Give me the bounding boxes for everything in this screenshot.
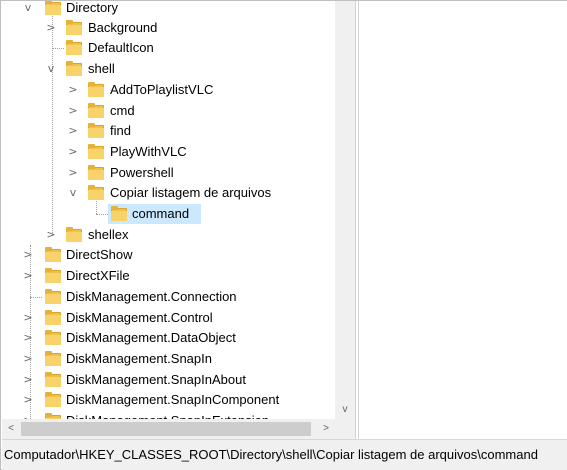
chevron-right-icon[interactable]: > (22, 411, 34, 419)
tree-node-defaulticon[interactable]: DefaultIcon (2, 38, 335, 58)
tree-node-command[interactable]: command (2, 204, 335, 224)
tree-node-label[interactable]: DefaultIcon (86, 38, 156, 58)
tree-node-diskmanagement-snapinextension[interactable]: > DiskManagement.SnapInExtension (2, 411, 335, 419)
values-pane[interactable] (359, 1, 567, 439)
folder-icon (45, 310, 61, 326)
folder-icon (111, 206, 127, 222)
folder-icon (45, 372, 61, 388)
key-tree-pane[interactable]: v Directory > Background DefaultIcon v s… (2, 1, 355, 439)
folder-icon (88, 103, 104, 119)
chevron-down-icon[interactable]: v (22, 1, 34, 18)
tree-node-diskmanagement-connection[interactable]: DiskManagement.Connection (2, 287, 335, 307)
chevron-down-icon[interactable]: v (67, 183, 79, 203)
chevron-right-icon[interactable]: > (67, 121, 79, 141)
tree-node-directshow[interactable]: > DirectShow (2, 245, 335, 265)
folder-icon (45, 351, 61, 367)
tree-node-label[interactable]: DiskManagement.SnapIn (64, 349, 214, 369)
tree-node-shellex[interactable]: > shellex (2, 225, 335, 245)
chevron-right-icon[interactable]: > (22, 328, 34, 348)
tree-node-label[interactable]: DirectShow (64, 245, 134, 265)
tree-node-label[interactable]: Powershell (108, 163, 176, 183)
scroll-left-arrow-icon[interactable]: < (2, 419, 20, 439)
chevron-right-icon[interactable]: > (22, 266, 34, 286)
chevron-right-icon[interactable]: > (67, 101, 79, 121)
tree-node-label[interactable]: Copiar listagem de arquivos (108, 183, 273, 203)
chevron-right-icon[interactable]: > (22, 245, 34, 265)
tree-node-powershell[interactable]: > Powershell (2, 163, 335, 183)
tree-node-label[interactable]: DirectXFile (64, 266, 132, 286)
tree-node-label[interactable]: command (130, 204, 191, 224)
tree-node-background[interactable]: > Background (2, 18, 335, 38)
tree-node-addtoplaylistvlc[interactable]: > AddToPlaylistVLC (2, 80, 335, 100)
tree-node-label[interactable]: shellex (86, 225, 130, 245)
tree-node-find[interactable]: > find (2, 121, 335, 141)
scroll-down-arrow-icon[interactable]: v (335, 401, 355, 419)
folder-icon (45, 268, 61, 284)
chevron-right-icon[interactable]: > (22, 370, 34, 390)
tree-node-label[interactable]: PlayWithVLC (108, 142, 189, 162)
tree-node-label[interactable]: Directory (64, 1, 120, 18)
tree-node-label[interactable]: cmd (108, 101, 137, 121)
chevron-right-icon[interactable]: > (22, 308, 34, 328)
folder-icon (45, 1, 61, 16)
folder-icon (88, 82, 104, 98)
folder-icon (66, 61, 82, 77)
chevron-right-icon[interactable]: > (22, 349, 34, 369)
folder-icon (88, 123, 104, 139)
chevron-right-icon[interactable]: > (67, 142, 79, 162)
key-tree: v Directory > Background DefaultIcon v s… (2, 1, 335, 419)
tree-node-label[interactable]: DiskManagement.SnapInExtension (64, 411, 271, 419)
tree-node-shell[interactable]: v shell (2, 59, 335, 79)
tree-node-playwithvlc[interactable]: > PlayWithVLC (2, 142, 335, 162)
tree-node-label[interactable]: DiskManagement.SnapInComponent (64, 390, 281, 410)
tree-node-label[interactable]: find (108, 121, 133, 141)
tree-node-directory[interactable]: v Directory (2, 1, 335, 18)
tree-node-label[interactable]: DiskManagement.DataObject (64, 328, 238, 348)
tree-node-directxfile[interactable]: > DirectXFile (2, 266, 335, 286)
chevron-right-icon[interactable]: > (45, 225, 57, 245)
tree-node-label[interactable]: AddToPlaylistVLC (108, 80, 215, 100)
folder-icon (45, 289, 61, 305)
tree-node-diskmanagement-control[interactable]: > DiskManagement.Control (2, 308, 335, 328)
horizontal-scroll-thumb[interactable] (21, 422, 311, 436)
tree-vertical-scrollbar[interactable]: v (335, 1, 355, 419)
tree-horizontal-scrollbar[interactable]: < > (2, 419, 355, 439)
tree-node-diskmanagement-snapinabout[interactable]: > DiskManagement.SnapInAbout (2, 370, 335, 390)
tree-node-label[interactable]: DiskManagement.Connection (64, 287, 239, 307)
folder-icon (66, 40, 82, 56)
tree-node-cmd[interactable]: > cmd (2, 101, 335, 121)
tree-node-diskmanagement-snapincomponent[interactable]: > DiskManagement.SnapInComponent (2, 390, 335, 410)
status-bar-path: Computador\HKEY_CLASSES_ROOT\Directory\s… (2, 439, 567, 470)
tree-node-diskmanagement-dataobject[interactable]: > DiskManagement.DataObject (2, 328, 335, 348)
folder-icon (45, 392, 61, 408)
chevron-right-icon[interactable]: > (67, 163, 79, 183)
chevron-right-icon[interactable]: > (45, 18, 57, 38)
scroll-right-arrow-icon[interactable]: > (317, 419, 335, 439)
tree-node-label[interactable]: Background (86, 18, 159, 38)
folder-icon (45, 247, 61, 263)
tree-node-diskmanagement-snapin[interactable]: > DiskManagement.SnapIn (2, 349, 335, 369)
folder-icon (66, 20, 82, 36)
folder-icon (66, 227, 82, 243)
folder-icon (88, 165, 104, 181)
scrollbar-corner (335, 419, 355, 439)
tree-node-label[interactable]: DiskManagement.Control (64, 308, 215, 328)
folder-icon (88, 185, 104, 201)
registry-editor-window: v Directory > Background DefaultIcon v s… (0, 0, 567, 470)
folder-icon (45, 330, 61, 346)
tree-node-label[interactable]: shell (86, 59, 117, 79)
chevron-down-icon[interactable]: v (45, 59, 57, 79)
tree-node-copiar-listagem[interactable]: v Copiar listagem de arquivos (2, 183, 335, 203)
chevron-right-icon[interactable]: > (22, 390, 34, 410)
chevron-right-icon[interactable]: > (67, 80, 79, 100)
folder-icon (88, 144, 104, 160)
tree-node-label[interactable]: DiskManagement.SnapInAbout (64, 370, 248, 390)
